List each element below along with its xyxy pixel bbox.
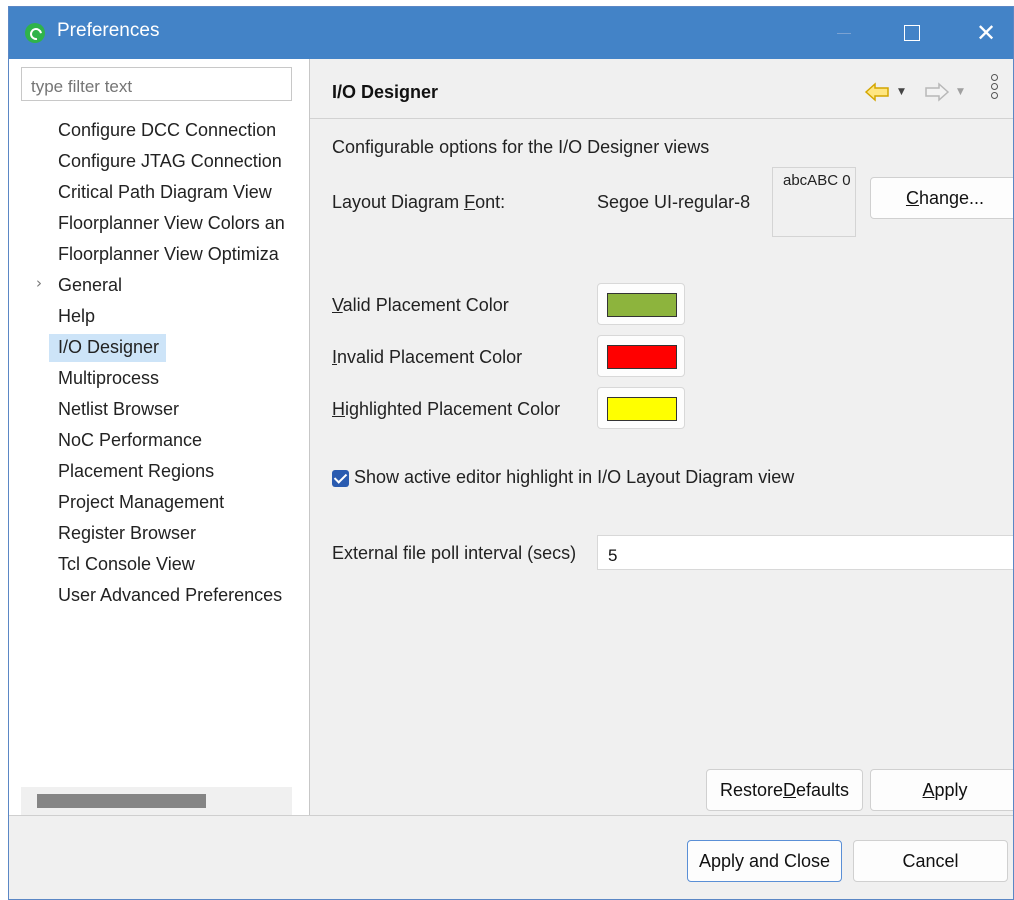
restore-defaults-button[interactable]: Restore Defaults xyxy=(706,769,863,811)
close-button[interactable]: ✕ xyxy=(963,7,1009,59)
font-preview: abcABC 0 xyxy=(772,167,856,237)
back-arrow-icon[interactable] xyxy=(864,82,890,102)
poll-interval-label: External file poll interval (secs) xyxy=(332,543,577,563)
tree-item-user-advanced-preferences[interactable]: User Advanced Preferences xyxy=(49,582,289,610)
footer-divider xyxy=(9,815,1013,816)
invalid-placement-color-label: Invalid Placement Color xyxy=(332,347,523,367)
show-highlight-checkbox[interactable] xyxy=(332,470,349,487)
tree-item-configure-jtag-connection[interactable]: Configure JTAG Connection xyxy=(49,148,289,176)
page-description: Configurable options for the I/O Designe… xyxy=(332,137,710,157)
forward-arrow-icon[interactable] xyxy=(924,82,950,102)
poll-interval-input[interactable] xyxy=(597,535,1013,570)
apply-button[interactable]: Apply xyxy=(870,769,1013,811)
tree-item-placement-regions[interactable]: Placement Regions xyxy=(49,458,221,486)
forward-dropdown-icon[interactable]: ▼ xyxy=(957,87,964,97)
tree-item-project-management[interactable]: Project Management xyxy=(49,489,231,517)
tree-item-tcl-console-view[interactable]: Tcl Console View xyxy=(49,551,202,579)
page-header: I/O Designer ▼ ▼ xyxy=(310,59,1013,119)
tree-item-floorplanner-view-optimization[interactable]: Floorplanner View Optimiza xyxy=(49,241,309,269)
page-title: I/O Designer xyxy=(332,82,439,102)
tree-item-multiprocess[interactable]: Multiprocess xyxy=(49,365,166,393)
preference-page: I/O Designer ▼ ▼ Configurable options fo… xyxy=(310,59,1013,815)
tree-item-io-designer[interactable]: I/O Designer xyxy=(49,334,167,362)
preferences-window: Preferences ✕ Configure DCC Connection C… xyxy=(8,6,1014,900)
tree-item-floorplanner-view-colors[interactable]: Floorplanner View Colors an xyxy=(49,210,309,238)
valid-placement-color-label: Valid Placement Color xyxy=(332,295,509,315)
window-title: Preferences xyxy=(57,20,160,41)
highlighted-placement-color-label: Highlighted Placement Color xyxy=(332,399,561,419)
tree-item-register-browser[interactable]: Register Browser xyxy=(49,520,203,548)
change-font-button[interactable]: Change... xyxy=(870,177,1013,219)
scrollbar-thumb[interactable] xyxy=(37,794,206,808)
valid-color-button[interactable] xyxy=(597,283,685,325)
highlighted-color-swatch xyxy=(607,397,677,421)
invalid-color-swatch xyxy=(607,345,677,369)
invalid-color-button[interactable] xyxy=(597,335,685,377)
font-label: Layout Diagram Font: xyxy=(332,192,506,212)
minimize-button[interactable] xyxy=(821,7,867,59)
tree-item-help[interactable]: Help xyxy=(49,303,102,331)
tree-item-general[interactable]: General xyxy=(49,272,129,300)
tree-item-netlist-browser[interactable]: Netlist Browser xyxy=(49,396,186,424)
tree-item-configure-dcc-connection[interactable]: Configure DCC Connection xyxy=(49,117,283,145)
maximize-button[interactable] xyxy=(889,7,935,59)
app-logo-icon xyxy=(25,23,45,43)
valid-color-swatch xyxy=(607,293,677,317)
filter-input[interactable] xyxy=(21,67,292,101)
preference-tree-pane: Configure DCC Connection Configure JTAG … xyxy=(9,59,309,815)
tree-item-noc-performance[interactable]: NoC Performance xyxy=(49,427,209,455)
back-dropdown-icon[interactable]: ▼ xyxy=(898,87,905,97)
title-bar[interactable]: Preferences ✕ xyxy=(9,7,1013,59)
show-highlight-label[interactable]: Show active editor highlight in I/O Layo… xyxy=(354,467,794,488)
tree-item-critical-path-diagram-view[interactable]: Critical Path Diagram View xyxy=(49,179,279,207)
font-value: Segoe UI-regular-8 xyxy=(597,192,751,212)
cancel-button[interactable]: Cancel xyxy=(853,840,1008,882)
highlighted-color-button[interactable] xyxy=(597,387,685,429)
apply-and-close-button[interactable]: Apply and Close xyxy=(687,840,842,882)
view-menu-icon[interactable] xyxy=(991,74,1001,108)
close-icon: ✕ xyxy=(975,19,997,47)
chevron-right-icon[interactable]: › xyxy=(36,274,42,292)
